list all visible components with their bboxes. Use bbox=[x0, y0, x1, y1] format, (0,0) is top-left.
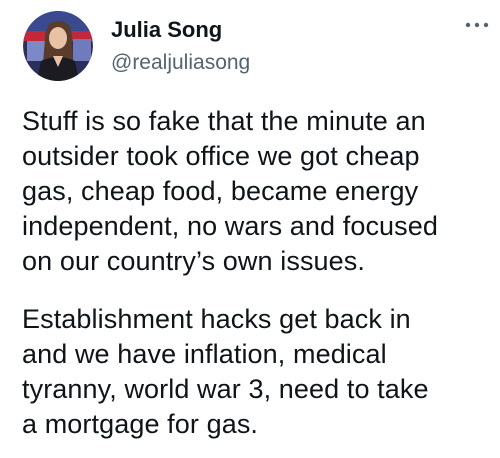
display-name[interactable]: Julia Song bbox=[111, 17, 222, 43]
tweet-text-line: on our country’s own issues. bbox=[22, 246, 365, 276]
profile-photo-icon bbox=[23, 11, 93, 81]
tweet-paragraph: Stuff is so fake that the minute an outs… bbox=[22, 104, 500, 279]
tweet-text-line: tyranny, world war 3, need to take bbox=[22, 374, 429, 404]
tweet-text-line: Establishment hacks get back in bbox=[22, 304, 411, 334]
tweet-text-line: gas, cheap food, became energy bbox=[22, 176, 419, 206]
tweet-card: Julia Song @realjuliasong Stuff is so fa… bbox=[0, 0, 500, 458]
avatar[interactable] bbox=[23, 11, 93, 81]
tweet-text-line: Stuff is so fake that the minute an bbox=[22, 106, 426, 136]
more-options-button[interactable] bbox=[462, 14, 492, 36]
username-handle[interactable]: @realjuliasong bbox=[111, 51, 250, 75]
tweet-text-line: outsider took office we got cheap bbox=[22, 141, 420, 171]
tweet-paragraph: Establishment hacks get back in and we h… bbox=[22, 302, 500, 442]
more-horizontal-icon bbox=[465, 22, 489, 28]
tweet-text-line: independent, no wars and focused bbox=[22, 211, 439, 241]
tweet-text-line: a mortgage for gas. bbox=[22, 409, 259, 439]
tweet-text-line: and we have inflation, medical bbox=[22, 339, 387, 369]
